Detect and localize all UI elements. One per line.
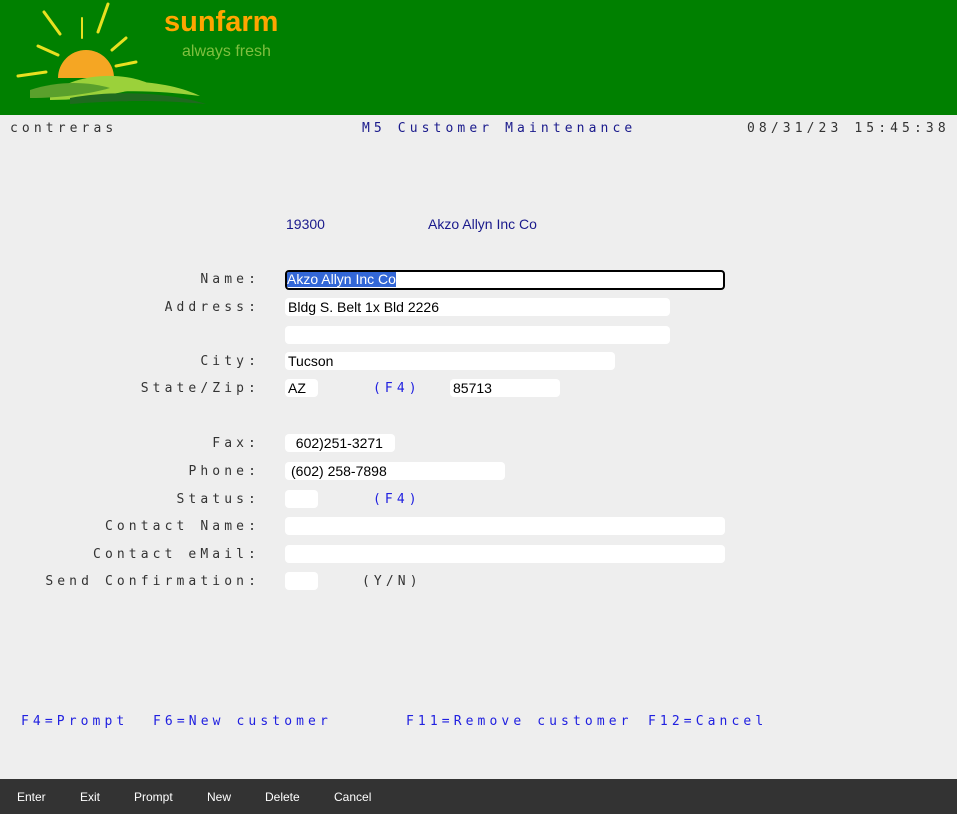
- f11-remove-customer-key[interactable]: F11=Remove customer: [406, 714, 633, 729]
- name-field-value: Akzo Allyn Inc Co: [287, 271, 396, 287]
- app-header: sunfarm always fresh: [0, 0, 957, 115]
- fax-field[interactable]: 602)251-3271: [285, 434, 395, 452]
- city-label: City:: [200, 354, 260, 369]
- send-confirmation-label: Send Confirmation:: [45, 574, 260, 589]
- user-name: contreras: [10, 121, 118, 136]
- f4-prompt-key[interactable]: F4=Prompt: [21, 714, 128, 729]
- brand-name: sunfarm: [164, 6, 279, 38]
- fax-label: Fax:: [212, 436, 260, 451]
- customer-number: 19300: [286, 216, 325, 232]
- status-field[interactable]: [285, 490, 318, 508]
- contact-name-label: Contact Name:: [104, 519, 260, 534]
- city-field[interactable]: Tucson: [285, 352, 615, 370]
- exit-button[interactable]: Exit: [80, 790, 100, 804]
- date-time: 08/31/23 15:45:38: [747, 121, 950, 136]
- name-label: Name:: [200, 272, 260, 287]
- state-zip-label: State/Zip:: [140, 381, 260, 396]
- prompt-button[interactable]: Prompt: [134, 790, 173, 804]
- address-label: Address:: [164, 300, 260, 315]
- address-line1-field[interactable]: Bldg S. Belt 1x Bld 2226: [285, 298, 670, 316]
- footer-toolbar: Enter Exit Prompt New Delete Cancel: [0, 779, 957, 814]
- f6-new-customer-key[interactable]: F6=New customer: [153, 714, 332, 729]
- zip-field[interactable]: 85713: [450, 379, 560, 397]
- brand-tagline: always fresh: [182, 43, 271, 60]
- phone-field[interactable]: (602) 258-7898: [285, 462, 505, 480]
- customer-name-display: Akzo Allyn Inc Co: [428, 216, 537, 232]
- status-label: Status:: [176, 492, 260, 507]
- state-prompt-hint: (F4): [373, 381, 421, 396]
- cancel-button[interactable]: Cancel: [334, 790, 371, 804]
- contact-email-field[interactable]: [285, 545, 725, 563]
- phone-label: Phone:: [188, 464, 260, 479]
- delete-button[interactable]: Delete: [265, 790, 300, 804]
- status-prompt-hint: (F4): [373, 492, 421, 507]
- contact-name-field[interactable]: [285, 517, 725, 535]
- yes-no-hint: (Y/N): [362, 574, 422, 589]
- new-button[interactable]: New: [207, 790, 231, 804]
- state-field[interactable]: AZ: [285, 379, 318, 397]
- send-confirmation-field[interactable]: [285, 572, 318, 590]
- enter-button[interactable]: Enter: [17, 790, 46, 804]
- screen-title: M5 Customer Maintenance: [362, 121, 637, 136]
- f12-cancel-key[interactable]: F12=Cancel: [648, 714, 767, 729]
- address-line2-field[interactable]: [285, 326, 670, 344]
- name-field[interactable]: Akzo Allyn Inc Co: [285, 270, 725, 290]
- contact-email-label: Contact eMail:: [93, 547, 260, 562]
